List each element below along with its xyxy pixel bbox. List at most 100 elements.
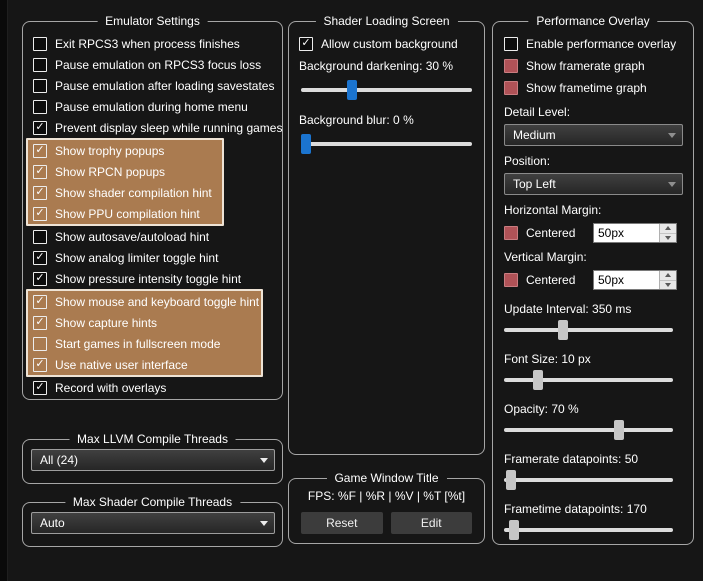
vertical-margin-label: Vertical Margin: xyxy=(504,250,587,264)
horizontal-margin-spinbox[interactable]: 50px xyxy=(593,223,677,243)
checkbox-row[interactable]: ✓ Allow custom background xyxy=(289,33,472,55)
slider-handle[interactable] xyxy=(505,470,516,490)
checkbox-row[interactable]: ✓ Start games in fullscreen mode xyxy=(28,333,261,354)
group-title: Max Shader Compile Threads xyxy=(64,495,241,509)
slider-handle[interactable] xyxy=(347,80,358,100)
checkbox[interactable]: ✓ xyxy=(33,164,47,179)
checkbox-label: Enable performance overlay xyxy=(526,37,677,51)
checkmark-icon: ✓ xyxy=(35,250,45,263)
edit-button[interactable]: Edit xyxy=(390,512,472,534)
slider-handle[interactable] xyxy=(509,520,520,540)
group-title: Game Window Title xyxy=(326,471,447,485)
group-title: Emulator Settings xyxy=(97,14,208,28)
checkbox-group: ✓ Record with overlays xyxy=(23,377,282,398)
detail-level-label: Detail Level: xyxy=(504,105,571,119)
checkmark-icon: ✓ xyxy=(35,380,45,393)
checkbox-row[interactable]: ✓ Show trophy popups xyxy=(28,140,222,161)
spinner-up-icon[interactable] xyxy=(660,271,676,280)
spinner-down-icon[interactable] xyxy=(660,232,676,242)
slider-handle[interactable] xyxy=(558,320,569,340)
checkbox-row[interactable]: ✓ Show framerate graph xyxy=(504,55,683,77)
checkmark-icon: ✓ xyxy=(35,185,45,198)
checkbox[interactable]: ✓ xyxy=(33,336,47,351)
centered-checkbox[interactable] xyxy=(504,226,518,240)
checkbox-row[interactable]: ✓ Show shader compilation hint xyxy=(28,182,222,203)
vertical-margin-spinbox[interactable]: 50px xyxy=(593,270,677,290)
background-blur-label: Background blur: 0 % xyxy=(299,113,414,127)
checkbox[interactable]: ✓ xyxy=(33,315,47,330)
checkbox[interactable]: ✓ xyxy=(33,143,47,158)
checkbox-row[interactable]: ✓ Show capture hints xyxy=(28,312,261,333)
checkbox[interactable]: ✓ xyxy=(33,206,47,221)
checkbox[interactable]: ✓ xyxy=(33,57,47,72)
checkbox-row[interactable]: ✓ Prevent display sleep while running gam… xyxy=(23,117,282,138)
max-llvm-threads-dropdown[interactable]: All (24) xyxy=(31,449,275,471)
checkbox[interactable]: ✓ xyxy=(33,229,47,244)
checkbox-label: Exit RPCS3 when process finishes xyxy=(55,36,240,51)
checkmark-icon: ✓ xyxy=(35,315,45,328)
frametime-datapoints-slider[interactable] xyxy=(504,519,673,541)
chevron-down-icon[interactable] xyxy=(253,513,274,533)
background-darkening-slider[interactable] xyxy=(301,79,472,101)
slider-handle[interactable] xyxy=(301,134,311,154)
checkbox-row[interactable]: ✓ Pause emulation on RPCS3 focus loss xyxy=(23,54,282,75)
checkbox[interactable]: ✓ xyxy=(33,99,47,114)
checkbox-label: Start games in fullscreen mode xyxy=(55,336,221,351)
spinner-up-icon[interactable] xyxy=(660,224,676,233)
checkbox[interactable]: ✓ xyxy=(33,357,47,372)
checkbox-row[interactable]: ✓ Show RPCN popups xyxy=(28,161,222,182)
checkbox[interactable]: ✓ xyxy=(33,294,47,309)
checkbox[interactable]: ✓ xyxy=(33,185,47,200)
centered-checkbox[interactable] xyxy=(504,273,518,287)
checkbox[interactable]: ✓ xyxy=(33,78,47,93)
opacity-slider[interactable] xyxy=(504,419,673,441)
checkbox[interactable]: ✓ xyxy=(33,271,47,286)
reset-button[interactable]: Reset xyxy=(301,512,383,534)
chevron-down-icon[interactable] xyxy=(661,174,682,194)
framerate-datapoints-slider[interactable] xyxy=(504,469,673,491)
position-dropdown[interactable]: Top Left xyxy=(504,173,683,195)
dropdown-value: Top Left xyxy=(513,177,556,191)
checkbox-row[interactable]: ✓ Use native user interface xyxy=(28,354,261,375)
slider-handle[interactable] xyxy=(613,420,624,440)
checkbox[interactable]: ✓ xyxy=(33,36,47,51)
checkbox-row[interactable]: ✓ Show analog limiter toggle hint xyxy=(23,247,282,268)
font-size-slider-label: Font Size: 10 px xyxy=(504,352,591,366)
checkbox[interactable]: ✓ xyxy=(33,120,47,135)
frametime-datapoints-slider-label: Frametime datapoints: 170 xyxy=(504,502,647,516)
background-blur-slider[interactable] xyxy=(301,133,472,155)
checkbox-group: ✓ Show autosave/autoload hint ✓ Show analog… xyxy=(23,226,282,289)
checkbox-row[interactable]: ✓ Show frametime graph xyxy=(504,77,683,99)
checkbox[interactable]: ✓ xyxy=(504,37,518,51)
detail-level-dropdown[interactable]: Medium xyxy=(504,124,683,146)
checkbox-row[interactable]: ✓ Show pressure intensity toggle hint xyxy=(23,268,282,289)
checkbox-row[interactable]: ✓ Enable performance overlay xyxy=(504,33,683,55)
checkbox[interactable]: ✓ xyxy=(33,250,47,265)
checkbox-label: Pause emulation after loading savestates xyxy=(55,78,275,93)
update-interval-slider[interactable] xyxy=(504,319,673,341)
checkmark-icon: ✓ xyxy=(35,357,45,370)
chevron-down-icon[interactable] xyxy=(661,125,682,145)
checkbox[interactable]: ✓ xyxy=(299,37,313,51)
checkmark-icon: ✓ xyxy=(35,143,45,156)
slider-handle[interactable] xyxy=(532,370,543,390)
performance-overlay-checkbox-list: ✓ Enable performance overlay ✓ Show framera… xyxy=(504,33,683,99)
checkbox-row[interactable]: ✓ Show autosave/autoload hint xyxy=(23,226,282,247)
spinner-down-icon[interactable] xyxy=(660,279,676,289)
checkbox-row[interactable]: ✓ Show PPU compilation hint xyxy=(28,203,222,224)
checkbox-group: ✓ Exit RPCS3 when process finishes ✓ Pause … xyxy=(23,33,282,138)
checkbox-row[interactable]: ✓ Pause emulation during home menu xyxy=(23,96,282,117)
max-shader-threads-dropdown[interactable]: Auto xyxy=(31,512,275,534)
checkbox[interactable]: ✓ xyxy=(33,380,47,395)
checkbox-row[interactable]: ✓ Record with overlays xyxy=(23,377,282,398)
spinbox-value: 50px xyxy=(598,226,625,240)
centered-label: Centered xyxy=(526,226,576,240)
vertical-margin-row: Centered 50px xyxy=(504,269,683,291)
chevron-down-icon[interactable] xyxy=(253,450,274,470)
checkbox-row[interactable]: ✓ Pause emulation after loading savestate… xyxy=(23,75,282,96)
checkbox[interactable]: ✓ xyxy=(504,81,518,95)
checkbox-row[interactable]: ✓ Show mouse and keyboard toggle hint xyxy=(28,291,261,312)
checkbox-row[interactable]: ✓ Exit RPCS3 when process finishes xyxy=(23,33,282,54)
font-size-slider[interactable] xyxy=(504,369,673,391)
checkbox[interactable]: ✓ xyxy=(504,59,518,73)
